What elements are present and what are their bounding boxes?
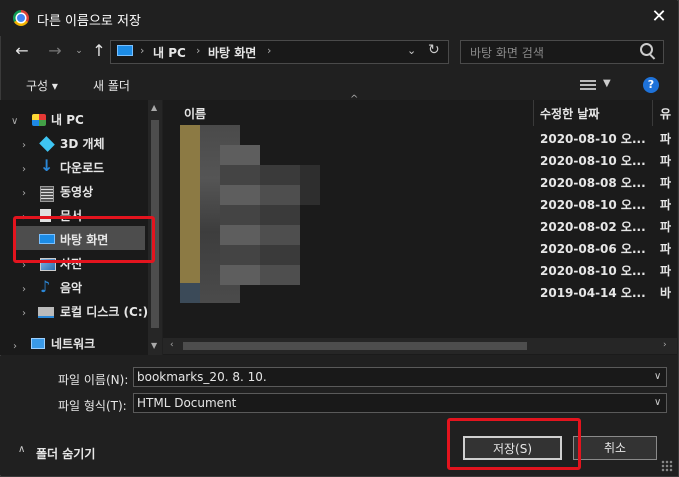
file-row-date[interactable]: 2020-08-02 오... [540, 216, 646, 238]
scroll-left-icon[interactable]: ‹ [170, 340, 174, 350]
music-icon: ♪ [40, 277, 51, 296]
help-icon[interactable]: ? [643, 77, 659, 93]
cube-icon [39, 136, 55, 152]
breadcrumb-chevron-icon[interactable]: › [196, 44, 200, 57]
file-row-type[interactable]: 파 [660, 194, 671, 216]
nav-item-my-pc[interactable]: 내 PC [51, 109, 84, 131]
resize-grip-icon[interactable] [661, 460, 673, 472]
chevron-right-icon[interactable]: › [22, 188, 26, 199]
filetype-value[interactable]: HTML Document [137, 396, 236, 410]
nav-item-downloads[interactable]: 다운로드 [60, 157, 104, 179]
network-icon [31, 338, 45, 349]
recent-locations-chevron-icon[interactable]: ⌄ [68, 40, 90, 62]
pixelated-file-names [260, 165, 300, 285]
chevron-up-icon[interactable]: ∧ [18, 444, 25, 455]
window-title: 다른 이름으로 저장 [37, 14, 141, 29]
file-row-type[interactable]: 파 [660, 150, 671, 172]
filetype-label: 파일 형식(T): [58, 399, 127, 413]
file-row-date[interactable]: 2020-08-08 오... [540, 172, 646, 194]
file-row-date[interactable]: 2020-08-10 오... [540, 150, 646, 172]
scroll-up-icon[interactable]: ▲ [151, 103, 157, 112]
file-list-horizontal-scrollbar[interactable]: ‹ › [163, 338, 677, 354]
scroll-down-icon[interactable]: ▼ [151, 341, 157, 350]
refresh-icon[interactable]: ↻ [428, 42, 440, 58]
file-row-date[interactable]: 2020-08-10 오... [540, 194, 646, 216]
scroll-right-icon[interactable]: › [663, 340, 667, 350]
new-folder-button[interactable]: 새 폴더 [93, 77, 130, 94]
view-dropdown-icon[interactable]: ▼ [603, 78, 611, 89]
pixelated-file-names [220, 145, 260, 285]
filename-input[interactable]: bookmarks_20. 8. 10. [137, 370, 267, 384]
chevron-down-icon[interactable]: ∨ [11, 116, 18, 127]
scrollbar-thumb[interactable] [183, 342, 527, 350]
highlight-box-desktop [13, 216, 155, 263]
nav-item-3d-objects[interactable]: 3D 개체 [60, 133, 105, 155]
file-row-date[interactable]: 2020-08-06 오... [540, 238, 646, 260]
column-header-type[interactable]: 유 [660, 103, 671, 125]
chevron-down-icon[interactable]: ∨ [654, 397, 661, 408]
column-header-name[interactable]: 이름 [184, 103, 206, 125]
search-icon[interactable] [640, 43, 653, 56]
view-options-icon[interactable] [580, 80, 596, 90]
column-header-date[interactable]: 수정한 날짜 [540, 103, 599, 125]
computer-icon [117, 45, 133, 56]
chevron-right-icon[interactable]: › [13, 341, 17, 352]
sort-caret-icon: ^ [350, 94, 359, 105]
up-arrow-icon[interactable]: ↑ [88, 40, 110, 62]
organize-button[interactable]: 구성 ▾ [26, 77, 58, 94]
hide-folders-button[interactable]: 폴더 숨기기 [36, 445, 95, 462]
file-row-type[interactable]: 파 [660, 172, 671, 194]
pixelated-file-icons [180, 125, 200, 283]
filename-label: 파일 이름(N): [58, 373, 129, 387]
breadcrumb-chevron-icon[interactable]: › [267, 44, 271, 57]
file-row-date[interactable]: 2020-08-10 오... [540, 260, 646, 282]
chevron-right-icon[interactable]: › [22, 284, 26, 295]
file-row-date[interactable]: 2019-04-14 오... [540, 282, 646, 304]
column-divider[interactable] [533, 100, 534, 126]
column-divider[interactable] [652, 100, 653, 126]
nav-item-music[interactable]: 음악 [60, 277, 82, 299]
chevron-right-icon[interactable]: › [22, 308, 26, 319]
nav-item-videos[interactable]: 동영상 [60, 181, 93, 203]
file-row-type[interactable]: 파 [660, 128, 671, 150]
file-row-type[interactable]: 파 [660, 216, 671, 238]
cancel-button[interactable]: 취소 [573, 436, 657, 460]
chevron-down-icon[interactable]: ∨ [654, 371, 661, 382]
breadcrumb-chevron-icon[interactable]: › [140, 44, 144, 57]
pixelated-file-names [300, 165, 320, 205]
forward-arrow-icon[interactable]: → [44, 40, 66, 62]
chrome-icon [13, 10, 29, 26]
computer-icon [32, 114, 46, 126]
file-row-date[interactable]: 2020-08-10 오... [540, 128, 646, 150]
download-icon: ↓ [40, 156, 54, 175]
file-row-type[interactable]: 바 [660, 282, 671, 304]
search-input[interactable]: 바탕 화면 검색 [470, 44, 544, 61]
highlight-box-save [447, 418, 581, 470]
breadcrumb-my-pc[interactable]: 내 PC [153, 44, 186, 61]
close-icon[interactable]: ✕ [648, 6, 670, 28]
file-row-type[interactable]: 파 [660, 260, 671, 282]
nav-item-network[interactable]: 네트워크 [51, 333, 95, 355]
chevron-right-icon[interactable]: › [22, 164, 26, 175]
back-arrow-icon[interactable]: ← [11, 40, 33, 62]
disk-icon [38, 307, 54, 318]
breadcrumb-desktop[interactable]: 바탕 화면 [208, 44, 256, 61]
pixelated-file-icon [180, 283, 200, 303]
address-dropdown-icon[interactable]: ⌄ [407, 44, 416, 57]
nav-item-local-disk[interactable]: 로컬 디스크 (C:) [60, 301, 148, 323]
video-icon [40, 186, 54, 202]
chevron-right-icon[interactable]: › [22, 140, 26, 151]
file-row-type[interactable]: 파 [660, 238, 671, 260]
